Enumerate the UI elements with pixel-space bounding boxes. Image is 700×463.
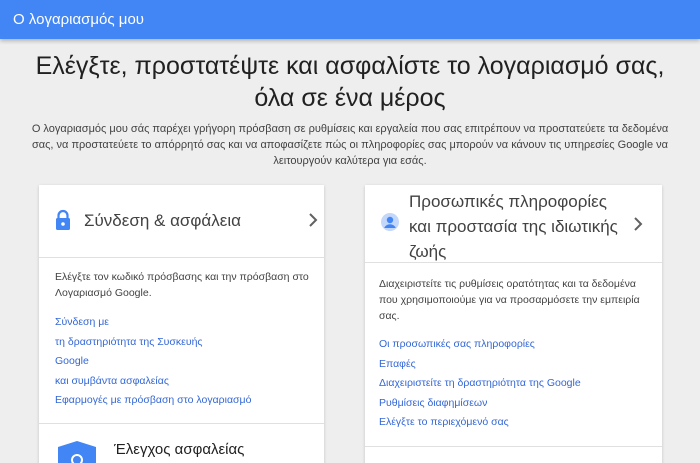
- app-title[interactable]: Ο λογαριασμός μου: [13, 11, 144, 28]
- privacy-card-divider: [365, 446, 662, 447]
- chevron-right-icon[interactable]: [305, 212, 321, 228]
- security-card-description: Ελέγξτε τον κωδικό πρόσβασης και την πρό…: [55, 271, 309, 299]
- security-checkup-title[interactable]: Έλεγχος ασφαλείας: [114, 441, 244, 459]
- security-link-signin[interactable]: Σύνδεση με: [55, 313, 251, 333]
- security-link-connected-apps[interactable]: Εφαρμογές με πρόσβαση στο λογαριασμό: [55, 391, 251, 411]
- privacy-card-description: Διαχειριστείτε τις ρυθμίσεις ορατότητας …: [379, 278, 640, 322]
- security-card-header[interactable]: Σύνδεση & ασφάλεια: [39, 185, 324, 258]
- security-card-title: Σύνδεση & ασφάλεια: [84, 211, 241, 230]
- page-title: Ελέγξτε, προστατέψτε και ασφαλίστε το λο…: [35, 52, 665, 112]
- privacy-link-ad-settings[interactable]: Ρυθμίσεις διαφημίσεων: [379, 394, 581, 414]
- chevron-right-icon[interactable]: [630, 216, 646, 232]
- security-link-device-activity[interactable]: τη δραστηριότητα της Συσκευής: [55, 333, 251, 353]
- security-link-security-events[interactable]: και συμβάντα ασφαλείας: [55, 372, 251, 392]
- person-icon: [381, 213, 399, 236]
- privacy-link-activity-controls[interactable]: Διαχειριστείτε τη δραστηριότητα της Goog…: [379, 374, 581, 394]
- shield-icon: [56, 440, 98, 463]
- privacy-link-review-content[interactable]: Ελέγξτε το περιεχόμενό σας: [379, 413, 581, 433]
- privacy-links: Οι προσωπικές σας πληροφορίες Επαφές Δια…: [379, 335, 581, 433]
- privacy-link-contacts[interactable]: Επαφές: [379, 355, 581, 375]
- privacy-card-header[interactable]: Προσωπικές πληροφορίες και προστασία της…: [365, 185, 662, 263]
- security-card-divider: [39, 423, 324, 424]
- security-link-google[interactable]: Google: [55, 352, 251, 372]
- privacy-link-personal-info[interactable]: Οι προσωπικές σας πληροφορίες: [379, 335, 581, 355]
- page-description: Ο λογαριασμός μου σάς παρέχει γρήγορη πρ…: [31, 123, 669, 167]
- app-bar: Ο λογαριασμός μου: [0, 0, 700, 39]
- lock-icon: [55, 209, 71, 236]
- privacy-card-title: Προσωπικές πληροφορίες και προστασία της…: [409, 192, 618, 261]
- security-links: Σύνδεση με τη δραστηριότητα της Συσκευής…: [55, 313, 251, 411]
